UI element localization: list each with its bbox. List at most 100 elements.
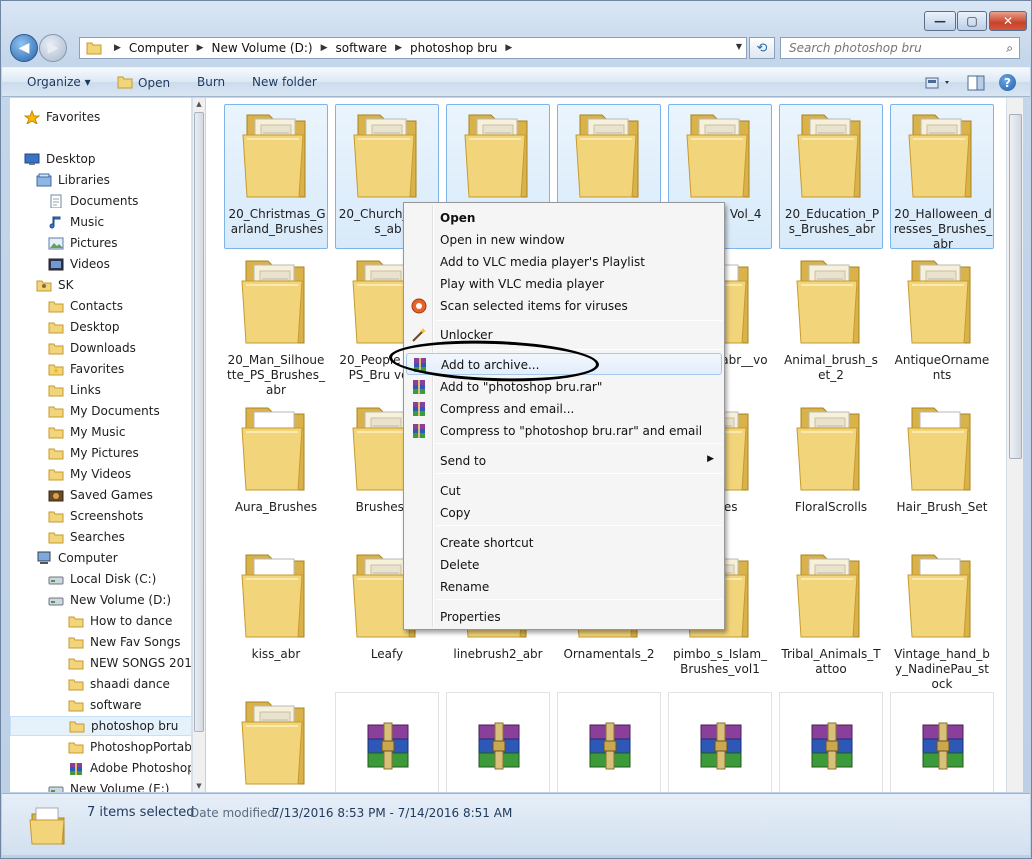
nav-item-searches[interactable]: Searches bbox=[48, 527, 125, 547]
maximize-button[interactable]: ▢ bbox=[957, 11, 987, 31]
folder-item[interactable]: 20_Man_Silhouette_PS_Brushes_abr bbox=[224, 251, 328, 397]
navigation-pane[interactable]: Favorites Desktop Libraries Documents Music P… bbox=[10, 98, 192, 792]
menu-item-create-shortcut[interactable]: Create shortcut bbox=[406, 532, 722, 554]
nav-item-my-pictures[interactable]: My Pictures bbox=[48, 443, 139, 463]
menu-item-properties[interactable]: Properties bbox=[406, 606, 722, 628]
close-button[interactable]: ✕ bbox=[989, 11, 1027, 31]
nav-item-photoshopportable[interactable]: PhotoshopPortable bbox=[68, 737, 191, 757]
scroll-down-arrow-icon[interactable]: ▼ bbox=[193, 780, 205, 792]
breadcrumb-separator-icon[interactable]: ▶ bbox=[108, 43, 127, 53]
nav-item-my-documents[interactable]: My Documents bbox=[48, 401, 160, 421]
new-folder-button[interactable]: New folder bbox=[252, 75, 317, 89]
folder-item[interactable]: FloralScrolls bbox=[779, 398, 883, 543]
breadcrumb-software[interactable]: software bbox=[334, 41, 390, 55]
burn-button[interactable]: Burn bbox=[197, 75, 225, 89]
menu-item-copy[interactable]: Copy bbox=[406, 502, 722, 524]
menu-item-play-with-vlc-media-player[interactable]: Play with VLC media player bbox=[406, 273, 722, 295]
nav-item-saved-games[interactable]: Saved Games bbox=[48, 485, 153, 505]
nav-item-videos[interactable]: Videos bbox=[48, 254, 110, 274]
menu-item-rename[interactable]: Rename bbox=[406, 576, 722, 598]
breadcrumb-computer[interactable]: Computer bbox=[127, 41, 191, 55]
nav-item-local-disk-c[interactable]: Local Disk (C:) bbox=[48, 569, 156, 589]
menu-item-cut[interactable]: Cut bbox=[406, 480, 722, 502]
help-icon[interactable]: ? bbox=[999, 74, 1016, 91]
organize-button[interactable]: Organize ▾ bbox=[27, 75, 91, 89]
nav-item-new-fav-songs[interactable]: New Fav Songs bbox=[68, 632, 181, 652]
folder-item[interactable]: 20_Education_Ps_Brushes_abr bbox=[779, 104, 883, 249]
search-input[interactable] bbox=[787, 38, 997, 58]
address-bar[interactable]: ▶ Computer ▶ New Volume (D:) ▶ software … bbox=[79, 37, 747, 59]
open-button[interactable]: Open bbox=[117, 75, 170, 90]
nav-item-favorites[interactable]: Favorites bbox=[24, 107, 100, 127]
back-button[interactable]: ◀ bbox=[10, 34, 38, 62]
menu-item-add-to-photoshop-bru-rar[interactable]: Add to "photoshop bru.rar" bbox=[406, 376, 722, 398]
navigation-scrollbar[interactable]: ▲ ▼ bbox=[192, 98, 205, 792]
menu-item-scan-selected-items-for-viruses[interactable]: Scan selected items for viruses bbox=[406, 295, 722, 317]
navigation-scroll-thumb[interactable] bbox=[194, 112, 204, 732]
breadcrumb-photoshop-bru[interactable]: photoshop bru bbox=[408, 41, 499, 55]
nav-item-photoshop-bru[interactable]: photoshop bru bbox=[10, 716, 191, 736]
breadcrumb-separator-icon[interactable]: ▶ bbox=[389, 43, 408, 53]
nav-item-desktop[interactable]: Desktop bbox=[24, 149, 96, 169]
nav-item-pictures[interactable]: Pictures bbox=[48, 233, 118, 253]
folder-item[interactable]: Vintage_hand_by_NadinePau_stock bbox=[890, 545, 994, 691]
nav-item-links[interactable]: Links bbox=[48, 380, 101, 400]
folder-item[interactable]: Tribal_Animals_Tattoo bbox=[779, 545, 883, 690]
breadcrumb-separator-icon[interactable]: ▶ bbox=[191, 43, 210, 53]
menu-item-compress-and-email[interactable]: Compress and email... bbox=[406, 398, 722, 420]
folder-item[interactable]: AntiqueOrnaments bbox=[890, 251, 994, 396]
menu-item-delete[interactable]: Delete bbox=[406, 554, 722, 576]
menu-item-add-to-vlc-media-player-s-playlist[interactable]: Add to VLC media player's Playlist bbox=[406, 251, 722, 273]
archive-file-item[interactable] bbox=[779, 692, 883, 792]
breadcrumb-new-volume-d[interactable]: New Volume (D:) bbox=[210, 41, 315, 55]
forward-button[interactable]: ▶ bbox=[39, 34, 67, 62]
search-box[interactable]: ⌕ bbox=[780, 37, 1020, 59]
menu-item-compress-to-photoshop-bru-rar-and-email[interactable]: Compress to "photoshop bru.rar" and emai… bbox=[406, 420, 722, 442]
refresh-button[interactable]: ⟲ bbox=[749, 37, 775, 59]
file-list-scrollbar[interactable] bbox=[1006, 98, 1023, 792]
nav-item-my-music[interactable]: My Music bbox=[48, 422, 125, 442]
archive-file-item[interactable] bbox=[890, 692, 994, 792]
archive-file-item[interactable] bbox=[557, 692, 661, 792]
nav-item-new-volume-d[interactable]: New Volume (D:) bbox=[48, 590, 171, 610]
chevron-down-icon[interactable]: ▼ bbox=[736, 42, 742, 51]
nav-item-adobe-photoshop[interactable]: Adobe Photoshop bbox=[68, 758, 191, 778]
scroll-up-arrow-icon[interactable]: ▲ bbox=[193, 98, 205, 110]
nav-item-downloads[interactable]: Downloads bbox=[48, 338, 136, 358]
folder-item[interactable]: Aura_Brushes bbox=[224, 398, 328, 543]
folder-item[interactable]: Hair_Brush_Set bbox=[890, 398, 994, 543]
folder-item[interactable]: 20_Christmas_Garland_Brushes bbox=[224, 104, 328, 249]
nav-item-favorites[interactable]: Favorites bbox=[48, 359, 124, 379]
nav-item-screenshots[interactable]: Screenshots bbox=[48, 506, 143, 526]
view-options-icon[interactable] bbox=[925, 76, 953, 90]
preview-pane-icon[interactable] bbox=[967, 75, 985, 91]
nav-item-desktop[interactable]: Desktop bbox=[48, 317, 120, 337]
archive-file-item[interactable] bbox=[446, 692, 550, 792]
nav-item-contacts[interactable]: Contacts bbox=[48, 296, 123, 316]
nav-item-computer[interactable]: Computer bbox=[36, 548, 118, 568]
folder-item[interactable]: kiss_abr bbox=[224, 545, 328, 690]
folder-item[interactable] bbox=[224, 692, 328, 792]
nav-item-shaadi-dance[interactable]: shaadi dance bbox=[68, 674, 170, 694]
archive-file-item[interactable] bbox=[668, 692, 772, 792]
minimize-button[interactable]: — bbox=[924, 11, 956, 31]
menu-item-open-in-new-window[interactable]: Open in new window bbox=[406, 229, 722, 251]
nav-item-sk[interactable]: SK bbox=[36, 275, 74, 295]
search-icon[interactable]: ⌕ bbox=[1006, 41, 1013, 56]
nav-item-new-songs-2016[interactable]: NEW SONGS 2016 bbox=[68, 653, 191, 673]
nav-item-documents[interactable]: Documents bbox=[48, 191, 138, 211]
folder-item[interactable]: 20_Halloween_dresses_Brushes_abr bbox=[890, 104, 994, 251]
file-list-scroll-thumb[interactable] bbox=[1009, 114, 1022, 459]
breadcrumb-separator-icon[interactable]: ▶ bbox=[499, 43, 518, 53]
nav-item-software[interactable]: software bbox=[68, 695, 142, 715]
breadcrumb-separator-icon[interactable]: ▶ bbox=[315, 43, 334, 53]
nav-item-how-to-dance[interactable]: How to dance bbox=[68, 611, 172, 631]
archive-file-item[interactable] bbox=[335, 692, 439, 792]
folder-item[interactable]: Animal_brush_set_2 bbox=[779, 251, 883, 396]
nav-item-libraries[interactable]: Libraries bbox=[36, 170, 110, 190]
menu-item-open[interactable]: Open bbox=[406, 207, 722, 229]
nav-item-music[interactable]: Music bbox=[48, 212, 104, 232]
nav-item-new-volume-e[interactable]: New Volume (E:) bbox=[48, 779, 169, 792]
menu-item-send-to[interactable]: Send to ▶ bbox=[406, 450, 722, 472]
nav-item-my-videos[interactable]: My Videos bbox=[48, 464, 131, 484]
